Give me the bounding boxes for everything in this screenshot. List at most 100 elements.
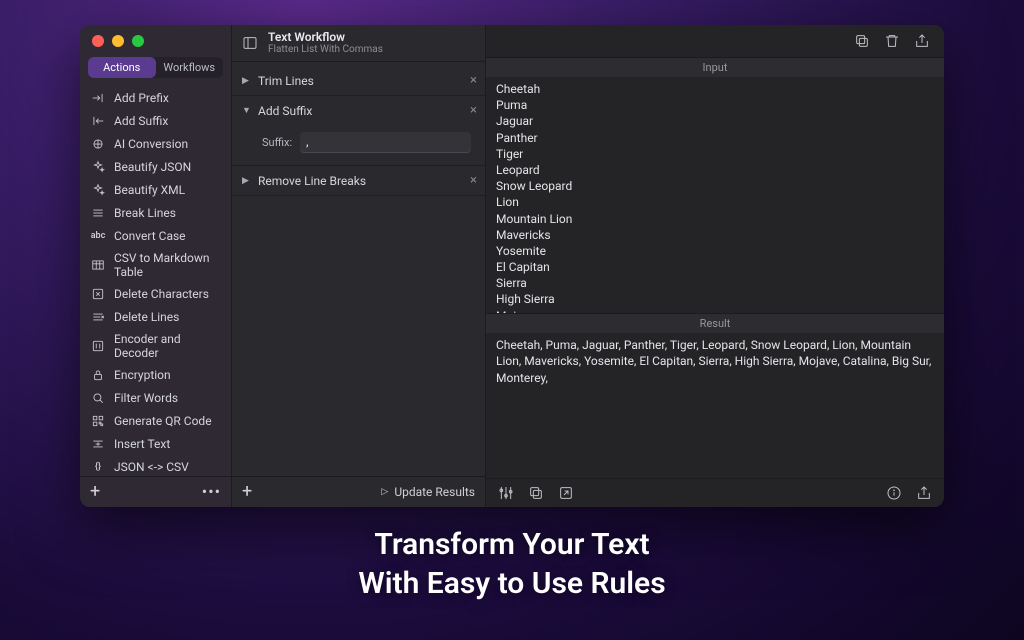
action-label: Delete Characters bbox=[114, 287, 209, 301]
tagline-line2: With Easy to Use Rules bbox=[0, 564, 1024, 603]
sidebar: Actions Workflows Add Prefix Add Suffix AI… bbox=[80, 25, 232, 507]
action-item[interactable]: Add Suffix bbox=[80, 109, 231, 132]
close-window-button[interactable] bbox=[92, 35, 104, 47]
action-item[interactable]: Generate QR Code bbox=[80, 409, 231, 432]
action-label: Convert Case bbox=[114, 229, 186, 243]
workflow-step[interactable]: ▼ Add Suffix × Suffix: bbox=[232, 96, 485, 166]
lock-icon bbox=[90, 367, 106, 383]
action-item[interactable]: Break Lines bbox=[80, 201, 231, 224]
action-label: Beautify JSON bbox=[114, 160, 191, 174]
step-name: Remove Line Breaks bbox=[258, 174, 366, 188]
action-item[interactable]: Beautify XML bbox=[80, 178, 231, 201]
disclosure-right-icon[interactable]: ▶ bbox=[242, 176, 252, 186]
copy-button[interactable] bbox=[854, 33, 870, 49]
more-button[interactable]: ••• bbox=[202, 484, 221, 500]
result-label: Result bbox=[486, 314, 944, 333]
action-label: Add Prefix bbox=[114, 91, 169, 105]
open-external-button[interactable] bbox=[558, 485, 574, 501]
step-name: Trim Lines bbox=[258, 74, 314, 88]
sparkles-icon bbox=[90, 159, 106, 175]
action-label: Delete Lines bbox=[114, 310, 179, 324]
copy-result-button[interactable] bbox=[528, 485, 544, 501]
sidebar-footer: + ••• bbox=[80, 476, 231, 507]
action-item[interactable]: Beautify JSON bbox=[80, 155, 231, 178]
action-label: Generate QR Code bbox=[114, 414, 212, 428]
window-controls bbox=[80, 25, 231, 53]
toggle-sidebar-button[interactable] bbox=[242, 35, 258, 51]
action-item[interactable]: Filter Words bbox=[80, 386, 231, 409]
actions-list: Add Prefix Add Suffix AI Conversion Beautif… bbox=[80, 84, 231, 476]
x-square-icon bbox=[90, 286, 106, 302]
action-item[interactable]: Delete Characters bbox=[80, 282, 231, 305]
add-action-button[interactable]: + bbox=[90, 483, 100, 501]
workflow-step[interactable]: ▶ Remove Line Breaks × bbox=[232, 166, 485, 196]
step-name: Add Suffix bbox=[258, 104, 312, 118]
update-results-button[interactable]: ▷ Update Results bbox=[381, 485, 475, 499]
window-title: Text Workflow bbox=[268, 31, 383, 44]
sparkle-brain-icon bbox=[90, 136, 106, 152]
input-pane[interactable]: CheetahPumaJaguarPantherTigerLeopardSnow… bbox=[486, 77, 944, 314]
trash-button[interactable] bbox=[884, 33, 900, 49]
arrow-in-right-icon bbox=[90, 90, 106, 106]
action-item[interactable]: Delete Lines bbox=[80, 305, 231, 328]
action-label: Add Suffix bbox=[114, 114, 168, 128]
action-label: CSV to Markdown Table bbox=[114, 251, 221, 279]
action-item[interactable]: abc Convert Case bbox=[80, 224, 231, 247]
action-label: Break Lines bbox=[114, 206, 176, 220]
update-results-label: Update Results bbox=[394, 485, 475, 499]
remove-step-button[interactable]: × bbox=[470, 173, 477, 188]
minimize-window-button[interactable] bbox=[112, 35, 124, 47]
suffix-input[interactable] bbox=[300, 132, 471, 153]
tab-workflows[interactable]: Workflows bbox=[156, 57, 224, 78]
add-step-button[interactable]: + bbox=[242, 483, 252, 501]
sparkles-icon bbox=[90, 182, 106, 198]
action-item[interactable]: Add Prefix bbox=[80, 86, 231, 109]
action-label: Beautify XML bbox=[114, 183, 185, 197]
info-button[interactable] bbox=[886, 485, 902, 501]
json-csv-icon: {} bbox=[90, 459, 106, 475]
action-label: Filter Words bbox=[114, 391, 178, 405]
app-window: Actions Workflows Add Prefix Add Suffix AI… bbox=[80, 25, 944, 507]
x-lines-icon bbox=[90, 309, 106, 325]
step-body: Suffix: bbox=[242, 124, 477, 153]
window-subtitle: Flatten List With Commas bbox=[268, 44, 383, 55]
remove-step-button[interactable]: × bbox=[470, 103, 477, 118]
abc-icon: abc bbox=[90, 228, 106, 244]
workflow-column: Text Workflow Flatten List With Commas ▶… bbox=[232, 25, 486, 507]
action-item[interactable]: {} JSON <-> CSV bbox=[80, 455, 231, 476]
workflow-footer: + ▷ Update Results bbox=[232, 476, 485, 507]
action-item[interactable]: Encryption bbox=[80, 363, 231, 386]
share-button[interactable] bbox=[914, 33, 930, 49]
action-item[interactable]: AI Conversion bbox=[80, 132, 231, 155]
insert-icon bbox=[90, 436, 106, 452]
settings-button[interactable] bbox=[498, 485, 514, 501]
action-item[interactable]: CSV to Markdown Table bbox=[80, 247, 231, 282]
result-pane[interactable]: Cheetah, Puma, Jaguar, Panther, Tiger, L… bbox=[486, 333, 944, 478]
brackets-icon bbox=[90, 338, 106, 354]
maximize-window-button[interactable] bbox=[132, 35, 144, 47]
input-label: Input bbox=[486, 58, 944, 77]
action-label: Encoder and Decoder bbox=[114, 332, 221, 360]
action-label: JSON <-> CSV bbox=[114, 460, 189, 474]
disclosure-right-icon[interactable]: ▶ bbox=[242, 76, 252, 86]
action-item[interactable]: Encoder and Decoder bbox=[80, 328, 231, 363]
play-icon: ▷ bbox=[381, 487, 388, 497]
action-item[interactable]: Insert Text bbox=[80, 432, 231, 455]
toolbar bbox=[486, 25, 944, 58]
tagline-line1: Transform Your Text bbox=[0, 525, 1024, 564]
tab-actions[interactable]: Actions bbox=[88, 57, 156, 78]
preview-column: Input CheetahPumaJaguarPantherTigerLeopa… bbox=[486, 25, 944, 507]
sidebar-tabs: Actions Workflows bbox=[88, 57, 223, 78]
disclosure-down-icon[interactable]: ▼ bbox=[242, 105, 252, 116]
table-icon bbox=[90, 257, 106, 273]
workflow-step[interactable]: ▶ Trim Lines × bbox=[232, 66, 485, 96]
arrow-in-left-icon bbox=[90, 113, 106, 129]
qr-icon bbox=[90, 413, 106, 429]
preview-footer bbox=[486, 478, 944, 507]
workflow-steps: ▶ Trim Lines × ▼ Add Suffix × Suffix: ▶ Remove L… bbox=[232, 62, 485, 476]
action-label: AI Conversion bbox=[114, 137, 188, 151]
search-icon bbox=[90, 390, 106, 406]
titlebar: Text Workflow Flatten List With Commas bbox=[232, 25, 485, 62]
export-button[interactable] bbox=[916, 485, 932, 501]
remove-step-button[interactable]: × bbox=[470, 73, 477, 88]
